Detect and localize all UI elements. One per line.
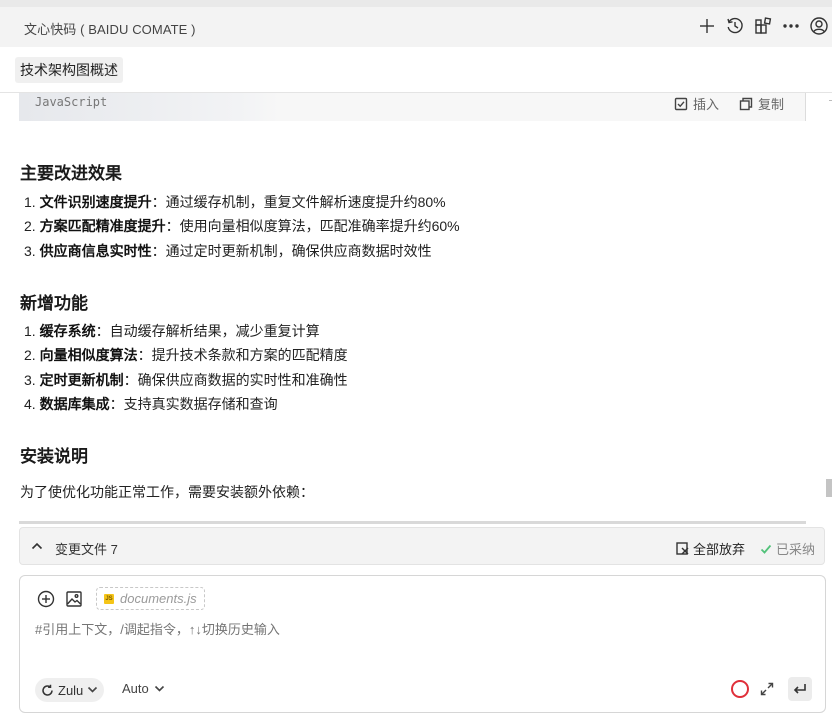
chat-input[interactable] xyxy=(35,622,735,637)
adopted-status: 已采纳 xyxy=(760,539,815,558)
header-actions xyxy=(696,15,830,37)
changed-files-label[interactable]: 变更文件 7 xyxy=(55,539,118,558)
section-title: 主要改进效果 xyxy=(20,164,122,183)
plus-icon[interactable] xyxy=(696,15,718,37)
context-bar: 技术架构图概述 xyxy=(0,47,832,93)
list-item: 4. 数据库集成：支持真实数据存储和查询 xyxy=(24,395,278,412)
discard-all-button[interactable]: 全部放弃 xyxy=(676,539,745,558)
discard-icon xyxy=(676,542,689,555)
insert-label: 插入 xyxy=(693,97,720,112)
user-icon[interactable] xyxy=(808,15,830,37)
scrollbar-thumb[interactable] xyxy=(826,479,832,497)
code-block-header: JavaScript 插入 复制 xyxy=(19,93,806,121)
history-icon[interactable] xyxy=(724,15,746,37)
code-block-top-edge xyxy=(19,521,806,524)
list-item: 1. 文件识别速度提升：通过缓存机制，重复文件解析速度提升约80% xyxy=(24,194,446,210)
section-title: 安装说明 xyxy=(20,447,88,466)
file-chip-name: documents.js xyxy=(120,591,197,606)
chat-input-box: JS documents.js Zulu Auto xyxy=(19,575,826,713)
list-item: 1. 缓存系统：自动缓存解析结果，减少重复计算 xyxy=(24,323,320,339)
list-item: 3. 供应商信息实时性：通过定时更新机制，确保供应商数据时效性 xyxy=(24,242,432,259)
adopted-label: 已采纳 xyxy=(776,542,816,557)
copy-button[interactable]: 复制 xyxy=(739,94,784,113)
check-icon xyxy=(760,544,772,554)
panel-header: 文心快码 ( BAIDU COMATE ) xyxy=(0,7,832,47)
chevron-down-icon xyxy=(87,683,98,698)
more-icon[interactable] xyxy=(780,15,802,37)
apps-icon[interactable] xyxy=(752,15,774,37)
list-item: 3. 定时更新机制：确保供应商数据的实时性和准确性 xyxy=(24,371,348,388)
refresh-icon xyxy=(42,684,53,696)
improvements-list: 1. 文件识别速度提升：通过缓存机制，重复文件解析速度提升约80% 2. 方案匹… xyxy=(24,190,460,263)
record-icon[interactable] xyxy=(731,680,749,698)
mode-label: Auto xyxy=(122,681,149,696)
code-language: JavaScript xyxy=(35,95,108,109)
changes-bar: 变更文件 7 全部放弃 已采纳 xyxy=(19,527,825,565)
context-chip[interactable]: 技术架构图概述 xyxy=(15,57,123,83)
section-title: 新增功能 xyxy=(20,294,88,313)
add-context-icon[interactable] xyxy=(37,590,57,610)
chevron-up-icon[interactable] xyxy=(30,539,46,555)
chevron-down-icon xyxy=(154,685,164,692)
features-list: 1. 缓存系统：自动缓存解析结果，减少重复计算 2. 向量相似度算法：提升技术条… xyxy=(24,319,348,416)
model-name: Zulu xyxy=(58,682,84,698)
list-item: 2. 向量相似度算法：提升技术条款和方案的匹配精度 xyxy=(24,347,348,364)
chat-content: JavaScript 插入 复制 主要改进效果 1. 文件识别速度提升：通过缓存… xyxy=(0,93,832,521)
model-selector[interactable]: Zulu xyxy=(35,678,105,702)
window-top-strip xyxy=(0,0,832,7)
insert-button[interactable]: 插入 xyxy=(674,94,719,113)
send-button[interactable] xyxy=(788,677,812,701)
discard-all-label: 全部放弃 xyxy=(693,542,746,557)
js-file-icon: JS xyxy=(104,593,114,604)
copy-icon xyxy=(739,97,753,110)
panel-title: 文心快码 ( BAIDU COMATE ) xyxy=(24,22,196,37)
enter-icon xyxy=(793,684,806,694)
insert-icon xyxy=(674,97,688,110)
expand-icon[interactable] xyxy=(760,682,776,698)
list-item: 2. 方案匹配精准度提升：使用向量相似度算法，匹配准确率提升约60% xyxy=(24,218,460,235)
copy-label: 复制 xyxy=(758,97,785,112)
install-paragraph: 为了使优化功能正常工作，需要安装额外依赖： xyxy=(20,484,314,500)
image-icon[interactable] xyxy=(65,590,85,610)
file-chip[interactable]: JS documents.js xyxy=(96,587,205,610)
mode-selector[interactable]: Auto xyxy=(122,681,165,696)
